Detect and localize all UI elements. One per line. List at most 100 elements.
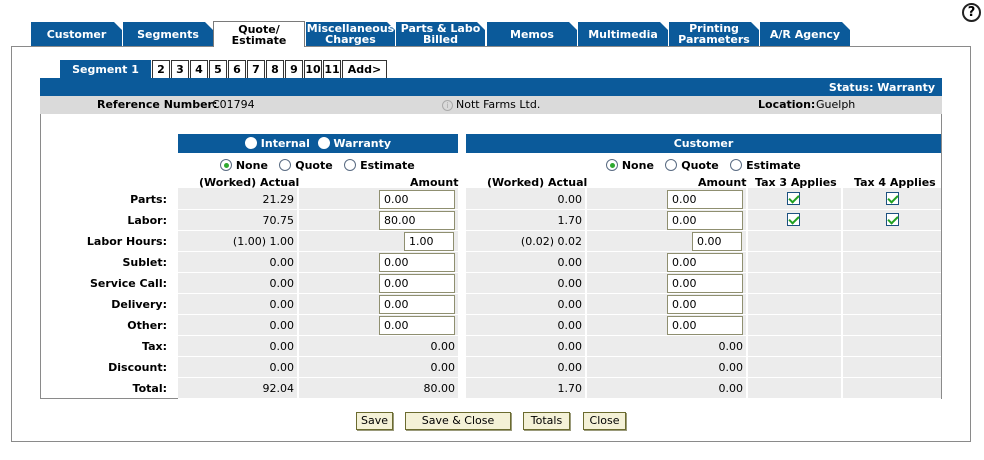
warranty-actual: 70.75 bbox=[262, 214, 295, 227]
tab-label: Estimate bbox=[231, 33, 287, 47]
row-separator bbox=[178, 398, 941, 399]
customer-amount: 0.00 bbox=[718, 382, 744, 395]
warranty-labor-hours-input[interactable]: 1.00 bbox=[404, 232, 454, 251]
row-separator bbox=[178, 230, 941, 231]
estimate-radio[interactable] bbox=[730, 159, 743, 171]
help-icon[interactable]: ? bbox=[962, 3, 981, 22]
quote-radio[interactable] bbox=[665, 159, 678, 171]
col-header-worked-actual: (Worked) Actual bbox=[199, 176, 300, 189]
quote-radio[interactable] bbox=[279, 159, 292, 171]
segment-tab-11[interactable]: 11 bbox=[323, 60, 341, 78]
warranty-actual: 0.00 bbox=[269, 361, 295, 374]
close-button[interactable]: Close bbox=[583, 412, 626, 430]
internal-radio[interactable] bbox=[244, 137, 257, 149]
customer-amount-input[interactable]: 0.00 bbox=[667, 274, 743, 293]
tab-customer[interactable]: Customer bbox=[31, 22, 122, 46]
customer-info-icon[interactable]: i bbox=[442, 96, 453, 114]
customer-actual: 1.70 bbox=[557, 382, 583, 395]
reference-label: Reference Number: bbox=[97, 98, 218, 111]
right-mode-options: None Quote Estimate bbox=[606, 159, 801, 172]
row-label: Delivery: bbox=[111, 298, 167, 311]
tab-parts-labor-billed[interactable]: Parts & Labo Billed bbox=[396, 22, 485, 46]
status-bar: Status: Warranty bbox=[40, 78, 942, 96]
tax4-checkbox[interactable] bbox=[886, 213, 899, 226]
tab-miscellaneous-charges[interactable]: Miscellaneous Charges bbox=[306, 22, 395, 46]
segment-tab-5[interactable]: 5 bbox=[209, 60, 227, 78]
customer-amount-input[interactable]: 0.00 bbox=[667, 190, 743, 209]
warranty-actual: 0.00 bbox=[269, 277, 295, 290]
customer-actual: (0.02) 0.02 bbox=[520, 235, 582, 248]
segment-tab-10[interactable]: 10 bbox=[304, 60, 322, 78]
reference-value: C01794 bbox=[212, 98, 255, 111]
tab-printing-parameters[interactable]: Printing Parameters bbox=[669, 22, 759, 46]
warranty-actual: 21.29 bbox=[262, 193, 295, 206]
segment-tab-3[interactable]: 3 bbox=[171, 60, 189, 78]
estimate-label: Estimate bbox=[746, 159, 801, 172]
warranty-amount-input[interactable]: 0.00 bbox=[379, 316, 455, 335]
warranty-amount-input[interactable]: 0.00 bbox=[379, 253, 455, 272]
tab-ar-agency[interactable]: A/R Agency bbox=[760, 22, 850, 46]
tab-multimedia[interactable]: Multimedia bbox=[578, 22, 668, 46]
segment-tab-7[interactable]: 7 bbox=[247, 60, 265, 78]
row-separator bbox=[178, 293, 941, 294]
customer-amount-input[interactable]: 0.00 bbox=[667, 211, 743, 230]
warranty-amount-input[interactable]: 0.00 bbox=[379, 295, 455, 314]
none-radio[interactable] bbox=[606, 159, 618, 171]
row-label: Service Call: bbox=[90, 277, 167, 290]
tab-label: Charges bbox=[325, 33, 376, 46]
customer-amount-input[interactable]: 0.00 bbox=[667, 295, 743, 314]
customer-labor-hours-input[interactable]: 0.00 bbox=[692, 232, 742, 251]
none-label: None bbox=[235, 159, 268, 172]
warranty-actual: (1.00) 1.00 bbox=[232, 235, 294, 248]
row-label: Labor Hours: bbox=[86, 235, 167, 248]
row-separator bbox=[178, 209, 941, 210]
warranty-amount-input[interactable]: 0.00 bbox=[379, 274, 455, 293]
row-label: Sublet: bbox=[122, 256, 167, 269]
customer-actual: 0.00 bbox=[557, 256, 583, 269]
segment-tab-9[interactable]: 9 bbox=[285, 60, 303, 78]
warranty-amount: 80.00 bbox=[423, 382, 456, 395]
segment-add-button[interactable]: Add> bbox=[342, 60, 387, 78]
warranty-amount-input[interactable]: 80.00 bbox=[379, 211, 455, 230]
row-label: Discount: bbox=[108, 361, 167, 374]
row-label: Labor: bbox=[127, 214, 167, 227]
customer-amount-input[interactable]: 0.00 bbox=[667, 253, 743, 272]
save-button[interactable]: Save bbox=[356, 412, 393, 430]
tax3-checkbox[interactable] bbox=[787, 213, 800, 226]
none-radio[interactable] bbox=[220, 159, 232, 171]
row-separator bbox=[178, 356, 941, 357]
save-close-button[interactable]: Save & Close bbox=[405, 412, 511, 430]
row-label: Total: bbox=[132, 382, 167, 395]
row-separator bbox=[178, 251, 941, 252]
left-mode-options: None Quote Estimate bbox=[220, 159, 415, 172]
estimate-radio[interactable] bbox=[344, 159, 357, 171]
customer-actual: 0.00 bbox=[557, 277, 583, 290]
customer-amount-input[interactable]: 0.00 bbox=[667, 316, 743, 335]
customer-actual: 0.00 bbox=[557, 298, 583, 311]
quote-label: Quote bbox=[295, 159, 333, 172]
customer-actual: 1.70 bbox=[557, 214, 583, 227]
totals-button[interactable]: Totals bbox=[523, 412, 570, 430]
tab-label: Multimedia bbox=[588, 27, 658, 41]
customer-actual: 0.00 bbox=[557, 340, 583, 353]
warranty-radio[interactable] bbox=[317, 137, 330, 149]
segment-tab-8[interactable]: 8 bbox=[266, 60, 284, 78]
segment-tab-4[interactable]: 4 bbox=[190, 60, 208, 78]
row-label: Other: bbox=[127, 319, 167, 332]
tab-label: Customer bbox=[46, 27, 107, 41]
segment-tab-6[interactable]: 6 bbox=[228, 60, 246, 78]
tax4-checkbox[interactable] bbox=[886, 192, 899, 205]
customer-actual: 0.00 bbox=[557, 361, 583, 374]
segment-tab-2[interactable]: 2 bbox=[152, 60, 170, 78]
tab-label: Billed bbox=[422, 33, 459, 46]
warranty-amount: 0.00 bbox=[430, 361, 456, 374]
tab-quote-estimate[interactable]: Quote/ Estimate bbox=[213, 21, 305, 47]
segment-tab-1[interactable]: Segment 1 bbox=[60, 60, 151, 78]
tax3-checkbox[interactable] bbox=[787, 192, 800, 205]
warranty-actual: 92.04 bbox=[262, 382, 295, 395]
tab-segments[interactable]: Segments bbox=[123, 22, 213, 46]
warranty-amount-input[interactable]: 0.00 bbox=[379, 190, 455, 209]
row-separator bbox=[178, 335, 941, 336]
tab-memos[interactable]: Memos bbox=[487, 22, 577, 46]
tab-label: Memos bbox=[510, 27, 554, 41]
